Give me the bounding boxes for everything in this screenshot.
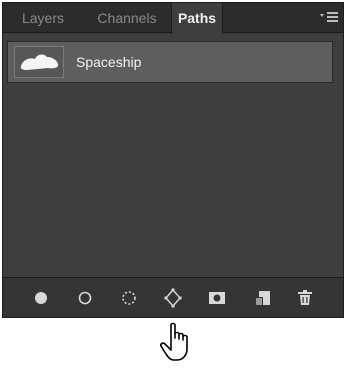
new-path-icon[interactable] xyxy=(251,286,275,310)
tab-layers[interactable]: Layers xyxy=(3,3,83,33)
hand-pointer-icon xyxy=(158,322,198,364)
paths-panel: Layers Channels Paths Spaceship xyxy=(2,2,344,318)
spaceship-shape-icon xyxy=(14,46,64,78)
path-name-label: Spaceship xyxy=(76,54,142,70)
tab-bar: Layers Channels Paths xyxy=(3,3,343,34)
tab-channels[interactable]: Channels xyxy=(83,3,171,33)
fill-path-icon[interactable] xyxy=(29,286,53,310)
path-row-spaceship[interactable]: Spaceship xyxy=(7,41,333,83)
stroke-path-icon[interactable] xyxy=(73,286,97,310)
make-work-path-icon[interactable] xyxy=(161,286,185,310)
trash-icon[interactable] xyxy=(293,286,317,310)
tab-paths[interactable]: Paths xyxy=(171,3,223,34)
panel-toolbar xyxy=(3,277,343,317)
load-selection-icon[interactable] xyxy=(117,286,141,310)
add-mask-icon[interactable] xyxy=(205,286,229,310)
panel-menu-icon[interactable] xyxy=(319,9,339,25)
